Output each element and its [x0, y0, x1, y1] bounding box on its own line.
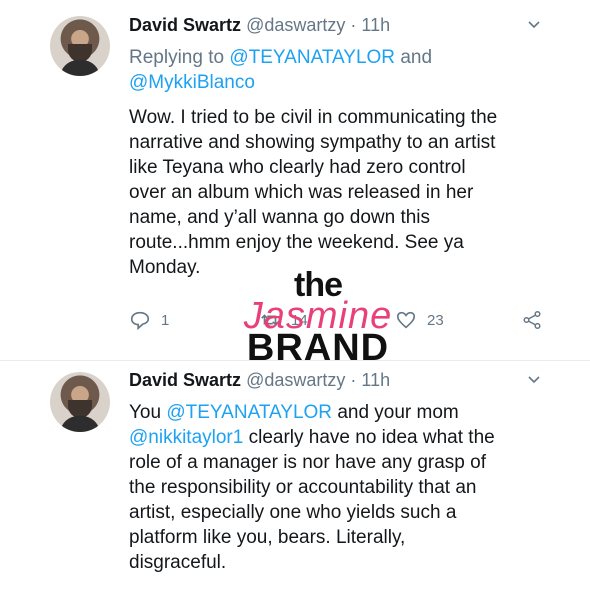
tweet-text: Wow. I tried to be civil in communicatin…: [129, 105, 569, 280]
avatar-shirt: [60, 416, 100, 432]
avatar-shirt: [60, 60, 100, 76]
username-handle[interactable]: @daswartzy: [246, 370, 345, 390]
text-line: like Teyana who clearly had zero control: [129, 157, 466, 178]
retweet-button[interactable]: 14: [259, 309, 308, 331]
mention-nikki[interactable]: @nikkitaylor1: [129, 427, 243, 448]
avatar[interactable]: [50, 372, 110, 432]
text-line: disgraceful.: [129, 552, 227, 573]
reply-icon: [130, 311, 150, 331]
text-line: Wow. I tried to be civil in communicatin…: [129, 107, 498, 128]
tweet-header: David Swartz @daswartzy · 11h: [129, 369, 390, 391]
replying-and: and: [400, 47, 433, 68]
share-icon: [523, 311, 541, 329]
chevron-down-icon[interactable]: [526, 16, 542, 37]
text-segment: and your mom: [337, 402, 459, 423]
timestamp[interactable]: 11h: [361, 370, 390, 390]
text-line: role of a manager is nor have any grasp …: [129, 452, 486, 473]
text-line: name, and y’all wanna go down this: [129, 207, 431, 228]
text-line: platform like you, bears. Literally,: [129, 527, 406, 548]
chevron-down-icon[interactable]: [526, 371, 542, 392]
like-count: 23: [427, 311, 444, 329]
text-line: @nikkitaylor1 clearly have no idea what …: [129, 425, 569, 450]
heart-icon: [396, 311, 416, 329]
display-name[interactable]: David Swartz: [129, 15, 241, 35]
text-line: Monday.: [129, 257, 201, 278]
replying-prefix: Replying to: [129, 47, 225, 68]
text-line: over an album which was released in her: [129, 182, 474, 203]
display-name[interactable]: David Swartz: [129, 370, 241, 390]
reply-mention-teyana[interactable]: @TEYANATAYLOR: [229, 47, 395, 68]
separator: ·: [350, 370, 357, 390]
text-segment: clearly have no idea what the: [248, 427, 495, 448]
timestamp[interactable]: 11h: [361, 15, 390, 35]
reply-button[interactable]: 1: [129, 309, 169, 331]
text-line: narrative and showing sympathy to an art…: [129, 132, 496, 153]
tweet-header: David Swartz @daswartzy · 11h: [129, 14, 390, 36]
like-button[interactable]: 23: [395, 309, 444, 331]
reply-count: 1: [161, 311, 170, 329]
text-line: artist, especially one who yields such a: [129, 502, 457, 523]
retweet-icon: [261, 314, 279, 326]
tweet-actions: 1 14 23: [129, 309, 559, 339]
text-line: route...hmm enjoy the weekend. See ya: [129, 232, 464, 253]
tweet-text: You @TEYANATAYLOR and your mom @nikkitay…: [129, 400, 569, 575]
reply-mention-mykki[interactable]: @MykkiBlanco: [129, 72, 255, 93]
retweet-count: 14: [291, 311, 308, 329]
share-button[interactable]: [521, 309, 543, 331]
divider: [0, 360, 590, 361]
text-line: the responsibility or accountability tha…: [129, 477, 477, 498]
text-line: You @TEYANATAYLOR and your mom: [129, 400, 569, 425]
text-segment: You: [129, 402, 162, 423]
username-handle[interactable]: @daswartzy: [246, 15, 345, 35]
mention-teyana[interactable]: @TEYANATAYLOR: [166, 402, 332, 423]
avatar[interactable]: [50, 16, 110, 76]
separator: ·: [350, 15, 357, 35]
replying-to: Replying to @TEYANATAYLOR and @MykkiBlan…: [129, 45, 569, 95]
